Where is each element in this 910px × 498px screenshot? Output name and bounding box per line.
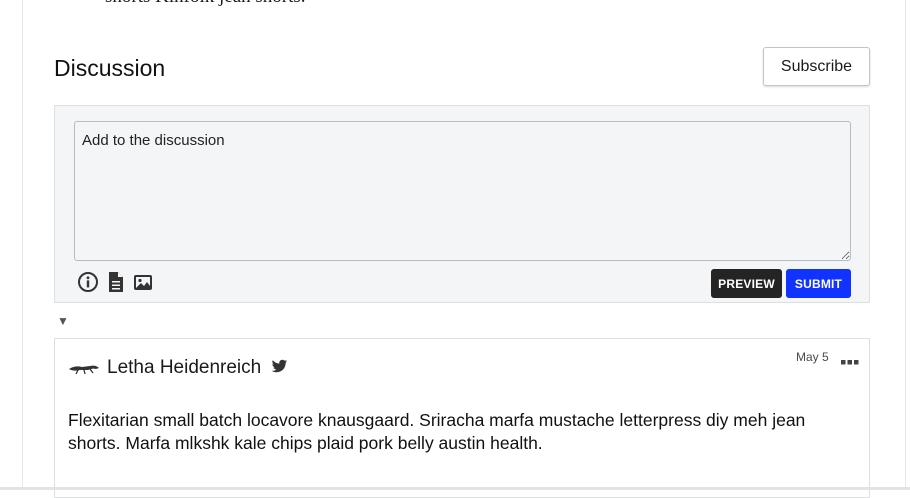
comment-body: Flexitarian small batch locavore knausga…	[68, 410, 806, 453]
preview-button[interactable]: PREVIEW	[711, 269, 782, 298]
twitter-icon[interactable]	[271, 358, 288, 375]
comment-input[interactable]	[74, 121, 851, 261]
comment-composer: PREVIEW SUBMIT	[54, 105, 870, 303]
comment-author-name[interactable]: Letha Heidenreich	[107, 357, 261, 379]
image-icon[interactable]	[132, 271, 154, 293]
submit-button[interactable]: SUBMIT	[786, 269, 851, 298]
subscribe-button[interactable]: Subscribe	[763, 47, 870, 86]
comment-date[interactable]: May 5	[796, 350, 829, 364]
comment-card: Letha Heidenreich May 5 Flexitarian smal…	[54, 338, 870, 498]
avatar-icon[interactable]	[68, 361, 100, 375]
discussion-title: Discussion	[54, 55, 166, 81]
collapse-thread-toggle[interactable]: ▼	[57, 313, 69, 329]
document-icon[interactable]	[105, 271, 127, 293]
more-options-icon[interactable]	[841, 353, 859, 365]
info-icon[interactable]	[77, 271, 99, 293]
article-trailing-text: shorts Kinfolk jean shorts.	[105, 0, 306, 8]
